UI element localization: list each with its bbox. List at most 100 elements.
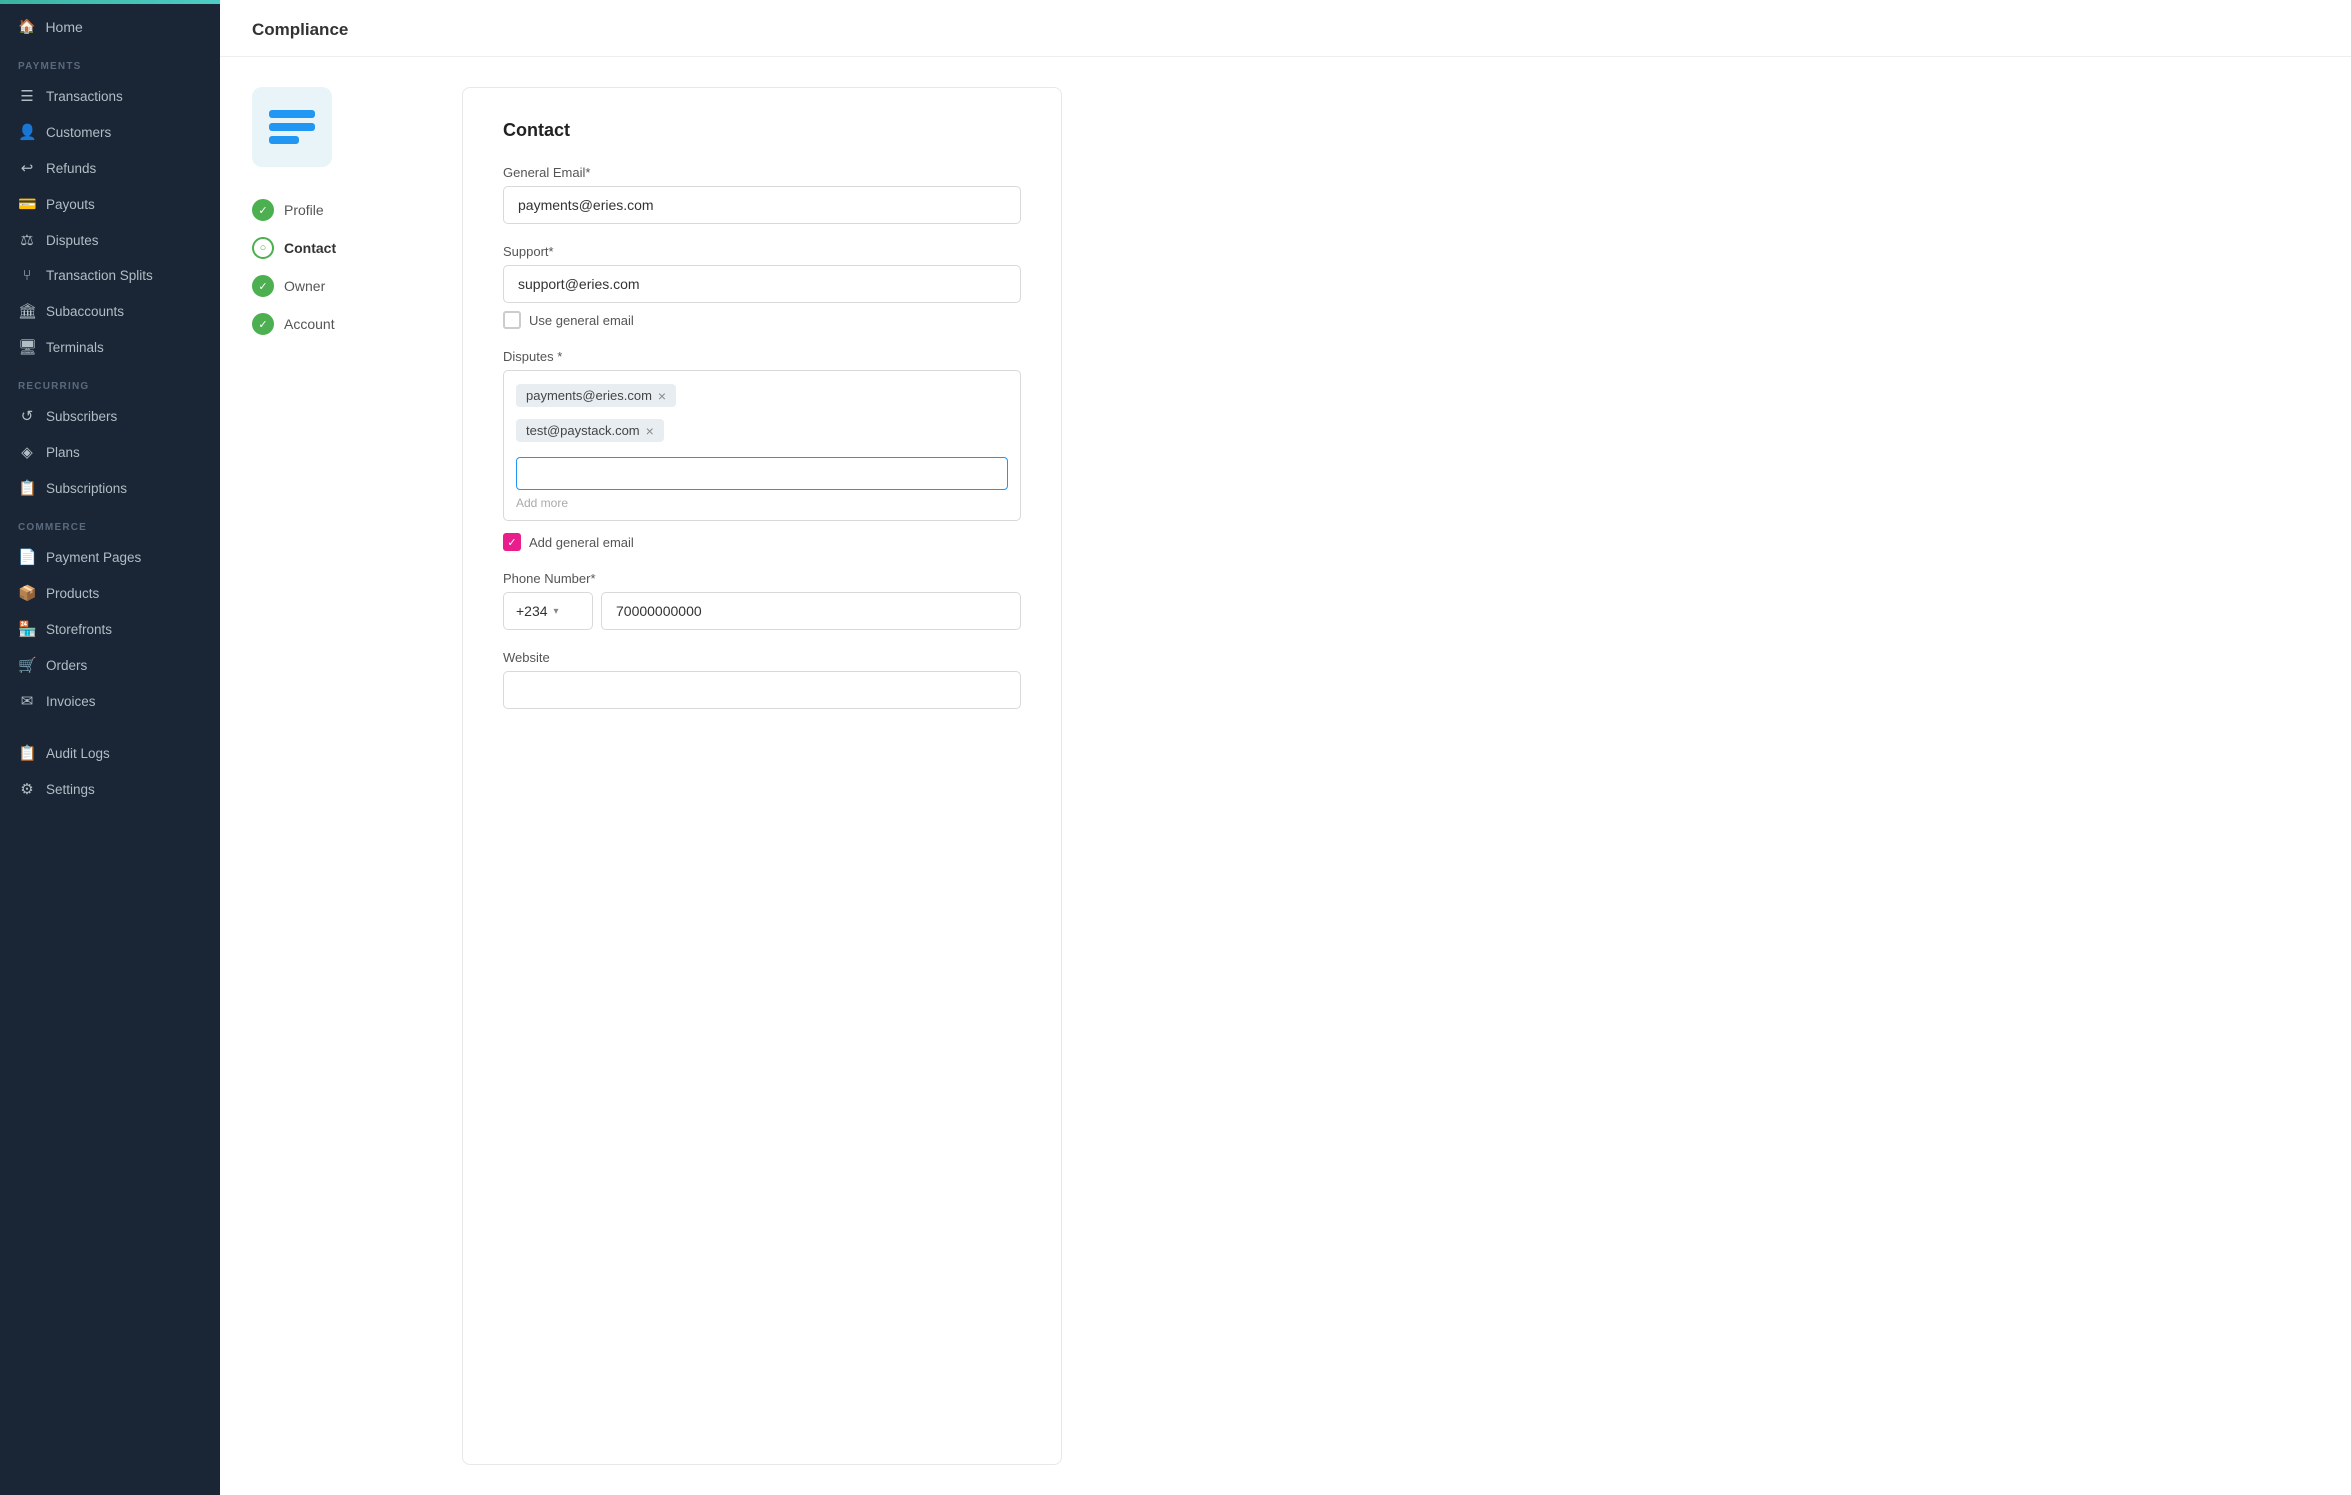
phone-group: Phone Number* +234 ▾ [503,571,1021,630]
invoices-icon: ✉ [18,692,36,710]
home-icon: 🏠 [18,18,35,35]
sidebar-item-disputes[interactable]: ⚖ Disputes [0,222,220,258]
step-label-contact: Contact [284,240,336,256]
sidebar-item-label: Payment Pages [46,550,141,565]
storefronts-icon: 🏪 [18,620,36,638]
sidebar-item-label: Settings [46,782,95,797]
general-email-group: General Email* [503,165,1021,224]
sidebar-item-settings[interactable]: ⚙ Settings [0,771,220,807]
remove-email-1[interactable]: × [658,389,666,403]
transactions-icon: ☰ [18,87,36,105]
support-group: Support* Use general email [503,244,1021,329]
sidebar-item-label: Terminals [46,340,104,355]
support-input[interactable] [503,265,1021,303]
customers-icon: 👤 [18,123,36,141]
phone-row: +234 ▾ [503,592,1021,630]
remove-email-2[interactable]: × [646,424,654,438]
subaccounts-icon: 🏛 [18,302,36,320]
step-label-owner: Owner [284,278,325,294]
website-label: Website [503,650,1021,665]
add-general-email-label: Add general email [529,535,634,550]
home-label: Home [45,19,82,35]
disputes-email-tags: payments@eries.com × [516,381,1008,410]
sidebar-item-transactions[interactable]: ☰ Transactions [0,78,220,114]
products-icon: 📦 [18,584,36,602]
general-email-input[interactable] [503,186,1021,224]
phone-country-selector[interactable]: +234 ▾ [503,592,593,630]
main-content: Compliance ✓ Profile ○ Contact [220,0,2351,1495]
sidebar: 🏠 Home PAYMENTS ☰ Transactions 👤 Custome… [0,0,220,1495]
add-general-email-row: ✓ Add general email [503,533,1021,551]
logo-icon [269,110,315,144]
sidebar-item-orders[interactable]: 🛒 Orders [0,647,220,683]
use-general-email-label: Use general email [529,313,634,328]
sidebar-item-subaccounts[interactable]: 🏛 Subaccounts [0,293,220,329]
phone-number-input[interactable] [601,592,1021,630]
sidebar-item-plans[interactable]: ◈ Plans [0,434,220,470]
logo-bar-2 [269,123,315,131]
disputes-icon: ⚖ [18,231,36,249]
step-circle-profile: ✓ [252,199,274,221]
step-owner[interactable]: ✓ Owner [252,267,432,305]
sidebar-item-label: Products [46,586,99,601]
sidebar-item-label: Disputes [46,233,99,248]
sidebar-item-label: Subaccounts [46,304,124,319]
sidebar-item-terminals[interactable]: 🖥 Terminals [0,329,220,365]
step-circle-owner: ✓ [252,275,274,297]
transaction-splits-icon: ⑂ [18,267,36,284]
add-more-hint: Add more [516,496,1008,510]
sidebar-item-label: Customers [46,125,111,140]
step-profile[interactable]: ✓ Profile [252,191,432,229]
plans-icon: ◈ [18,443,36,461]
sidebar-item-subscribers[interactable]: ↺ Subscribers [0,398,220,434]
disputes-email-input[interactable] [516,457,1008,490]
sidebar-item-label: Transactions [46,89,123,104]
sidebar-item-payouts[interactable]: 💳 Payouts [0,186,220,222]
disputes-group: Disputes * payments@eries.com × test@pay… [503,349,1021,551]
steps-panel: ✓ Profile ○ Contact ✓ Owner ✓ Account [252,87,432,1465]
refunds-icon: ↩ [18,159,36,177]
payouts-icon: 💳 [18,195,36,213]
sidebar-item-home[interactable]: 🏠 Home [0,4,220,45]
email-tag-value-1: payments@eries.com [526,388,652,403]
step-contact[interactable]: ○ Contact [252,229,432,267]
sidebar-item-payment-pages[interactable]: 📄 Payment Pages [0,539,220,575]
step-circle-contact: ○ [252,237,274,259]
use-general-email-checkbox[interactable] [503,311,521,329]
sidebar-item-refunds[interactable]: ↩ Refunds [0,150,220,186]
sidebar-item-products[interactable]: 📦 Products [0,575,220,611]
chevron-down-icon: ▾ [554,606,559,617]
section-label-commerce: COMMERCE [0,506,220,539]
sidebar-item-label: Subscriptions [46,481,127,496]
disputes-email-tags-2: test@paystack.com × [516,416,1008,445]
content-area: ✓ Profile ○ Contact ✓ Owner ✓ Account Co… [220,57,2351,1495]
payment-pages-icon: 📄 [18,548,36,566]
sidebar-item-customers[interactable]: 👤 Customers [0,114,220,150]
phone-label: Phone Number* [503,571,1021,586]
section-label-recurring: RECURRING [0,365,220,398]
sidebar-item-label: Refunds [46,161,96,176]
compliance-logo [252,87,332,167]
step-account[interactable]: ✓ Account [252,305,432,343]
audit-logs-icon: 📋 [18,744,36,762]
disputes-box: payments@eries.com × test@paystack.com ×… [503,370,1021,521]
add-general-email-checkbox[interactable]: ✓ [503,533,521,551]
sidebar-item-transaction-splits[interactable]: ⑂ Transaction Splits [0,258,220,293]
sidebar-item-label: Transaction Splits [46,268,153,283]
sidebar-item-storefronts[interactable]: 🏪 Storefronts [0,611,220,647]
email-tag-value-2: test@paystack.com [526,423,640,438]
form-panel: Contact General Email* Support* Use gene… [462,87,1062,1465]
general-email-label: General Email* [503,165,1021,180]
section-label-payments: PAYMENTS [0,45,220,78]
settings-icon: ⚙ [18,780,36,798]
step-label-account: Account [284,316,335,332]
sidebar-item-label: Invoices [46,694,96,709]
disputes-label: Disputes * [503,349,1021,364]
sidebar-item-audit-logs[interactable]: 📋 Audit Logs [0,735,220,771]
subscribers-icon: ↺ [18,407,36,425]
sidebar-item-subscriptions[interactable]: 📋 Subscriptions [0,470,220,506]
website-input[interactable] [503,671,1021,709]
logo-bar-3 [269,136,299,144]
sidebar-item-invoices[interactable]: ✉ Invoices [0,683,220,719]
logo-bar-1 [269,110,315,118]
